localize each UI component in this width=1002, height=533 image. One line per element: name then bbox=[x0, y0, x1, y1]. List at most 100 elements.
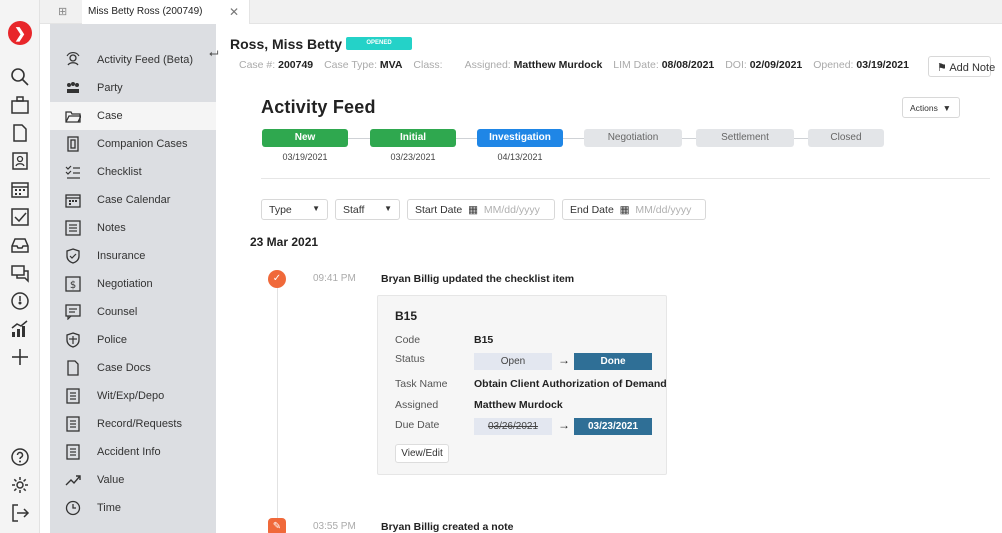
party-icon bbox=[65, 80, 81, 96]
clock-icon bbox=[65, 500, 81, 516]
page-title: Ross, Miss Betty bbox=[230, 36, 343, 52]
settings-gear-icon[interactable] bbox=[9, 474, 31, 496]
menu-item-label: Record/Requests bbox=[97, 418, 182, 430]
case-meta: Case #: 200749 Case Type: MVA Class: Ass… bbox=[239, 59, 917, 71]
menu-item-activity-feed[interactable]: Activity Feed (Beta) bbox=[50, 46, 216, 74]
menu-item-accident-info[interactable]: Accident Info bbox=[50, 438, 216, 466]
calendar-icon bbox=[65, 192, 81, 208]
caret-down-icon: ▼ bbox=[312, 204, 320, 213]
reports-chart-icon[interactable] bbox=[9, 318, 31, 340]
stage-closed[interactable]: Closed bbox=[808, 129, 884, 147]
case-type-label: Case Type: bbox=[324, 59, 377, 71]
event-time: 03:55 PM bbox=[313, 521, 356, 532]
menu-item-companion-cases[interactable]: Companion Cases bbox=[50, 130, 216, 158]
menu-item-police[interactable]: Police bbox=[50, 326, 216, 354]
arrow-right-icon: → bbox=[558, 353, 570, 367]
stage-connector bbox=[348, 138, 370, 139]
chat-icon[interactable] bbox=[9, 262, 31, 284]
start-date-field[interactable]: Start Date ▦ MM/dd/yyyy bbox=[407, 199, 555, 220]
stage-date: 04/13/2021 bbox=[497, 152, 543, 162]
check-event-icon: ✓ bbox=[268, 270, 286, 288]
case-type: MVA bbox=[379, 59, 403, 71]
stage-negotiation[interactable]: Negotiation bbox=[584, 129, 682, 147]
menu-item-label: Party bbox=[97, 82, 123, 94]
contact-card-icon[interactable] bbox=[9, 150, 31, 172]
inbox-icon[interactable] bbox=[9, 234, 31, 256]
menu-item-label: Counsel bbox=[97, 306, 138, 318]
calendar-icon: ▦ bbox=[616, 204, 633, 216]
type-filter[interactable]: Type ▼ bbox=[261, 199, 328, 220]
briefcase-icon[interactable] bbox=[9, 94, 31, 116]
grid-icon[interactable]: ⊞ bbox=[58, 5, 67, 18]
menu-item-case-calendar[interactable]: Case Calendar bbox=[50, 186, 216, 214]
staff-filter-label: Staff bbox=[343, 204, 365, 216]
assigned-value: Matthew Murdock bbox=[513, 59, 603, 71]
menu-item-label: Activity Feed (Beta) bbox=[97, 54, 193, 66]
menu-item-wit-exp-depo[interactable]: Wit/Exp/Depo bbox=[50, 382, 216, 410]
case-no: 200749 bbox=[278, 59, 314, 71]
activity-feed-icon bbox=[65, 52, 81, 68]
code-label: Code bbox=[395, 334, 421, 346]
close-icon[interactable]: ✕ bbox=[229, 5, 239, 19]
menu-item-insurance[interactable]: Insurance bbox=[50, 242, 216, 270]
assigned-label: Assigned bbox=[395, 399, 439, 411]
file-icon[interactable] bbox=[9, 122, 31, 144]
actions-dropdown[interactable]: Actions ▼ bbox=[902, 97, 960, 118]
dollar-icon: $ bbox=[65, 276, 81, 292]
tab-case[interactable]: Miss Betty Ross (200749) ✕ bbox=[82, 0, 250, 24]
dashboard-icon[interactable] bbox=[9, 290, 31, 312]
add-note-button[interactable]: ⚑ Add Note bbox=[928, 56, 995, 77]
search-icon[interactable] bbox=[9, 66, 31, 88]
tab-strip: ⊞ Miss Betty Ross (200749) ✕ bbox=[40, 0, 1002, 24]
menu-item-value[interactable]: Value bbox=[50, 466, 216, 494]
stage-initial[interactable]: Initial bbox=[370, 129, 456, 147]
card-title: B15 bbox=[395, 309, 418, 323]
menu-item-party[interactable]: Party bbox=[50, 74, 216, 102]
notes-icon bbox=[65, 220, 81, 236]
app-logo-icon[interactable]: ❯ bbox=[8, 21, 32, 45]
trend-up-icon bbox=[65, 472, 81, 488]
companion-cases-icon bbox=[65, 136, 81, 152]
due-date-old: 03/26/2021 bbox=[474, 418, 552, 435]
menu-item-label: Accident Info bbox=[97, 446, 161, 458]
checkbox-icon[interactable] bbox=[9, 206, 31, 228]
menu-item-record-requests[interactable]: Record/Requests bbox=[50, 410, 216, 438]
stage-connector bbox=[456, 138, 477, 139]
menu-item-time[interactable]: Time bbox=[50, 494, 216, 522]
menu-item-case-docs[interactable]: Case Docs bbox=[50, 354, 216, 382]
help-icon[interactable] bbox=[9, 446, 31, 468]
menu-item-counsel[interactable]: Counsel bbox=[50, 298, 216, 326]
checklist-update-card: B15 Code B15 Status Open → Done Task Nam… bbox=[377, 295, 667, 475]
menu-item-case[interactable]: Case bbox=[50, 102, 216, 130]
menu-item-label: Checklist bbox=[97, 166, 142, 178]
tab-label: Miss Betty Ross (200749) bbox=[88, 6, 203, 17]
menu-item-notes[interactable]: Notes bbox=[50, 214, 216, 242]
opened-date: 03/19/2021 bbox=[856, 59, 909, 71]
stage-investigation[interactable]: Investigation bbox=[477, 129, 563, 147]
view-edit-button[interactable]: View/Edit bbox=[395, 444, 449, 463]
menu-item-negotiation[interactable]: $ Negotiation bbox=[50, 270, 216, 298]
due-date-new: 03/23/2021 bbox=[574, 418, 652, 435]
stage-new[interactable]: New bbox=[262, 129, 348, 147]
doi: 02/09/2021 bbox=[749, 59, 803, 71]
staff-filter[interactable]: Staff ▼ bbox=[335, 199, 400, 220]
event-text: Bryan Billig created a note bbox=[381, 521, 514, 533]
logout-icon[interactable] bbox=[9, 502, 31, 524]
stage-date: 03/19/2021 bbox=[282, 152, 328, 162]
menu-item-label: Case Docs bbox=[97, 362, 151, 374]
menu-item-label: Companion Cases bbox=[97, 138, 188, 150]
shield-icon bbox=[65, 248, 81, 264]
stage-settlement[interactable]: Settlement bbox=[696, 129, 794, 147]
menu-item-label: Time bbox=[97, 502, 122, 514]
type-filter-label: Type bbox=[269, 204, 292, 216]
status-label: Status bbox=[395, 353, 425, 365]
end-date-field[interactable]: End Date ▦ MM/dd/yyyy bbox=[562, 199, 706, 220]
menu-item-label: Value bbox=[97, 474, 125, 486]
menu-item-label: Notes bbox=[97, 222, 126, 234]
stage-connector bbox=[794, 138, 808, 139]
menu-item-checklist[interactable]: Checklist bbox=[50, 158, 216, 186]
calendar-icon[interactable] bbox=[9, 178, 31, 200]
case-header: Ross, Miss Betty OPENED Case #: 200749 C… bbox=[216, 24, 1002, 80]
add-icon[interactable] bbox=[9, 346, 31, 368]
stage-connector bbox=[682, 138, 696, 139]
